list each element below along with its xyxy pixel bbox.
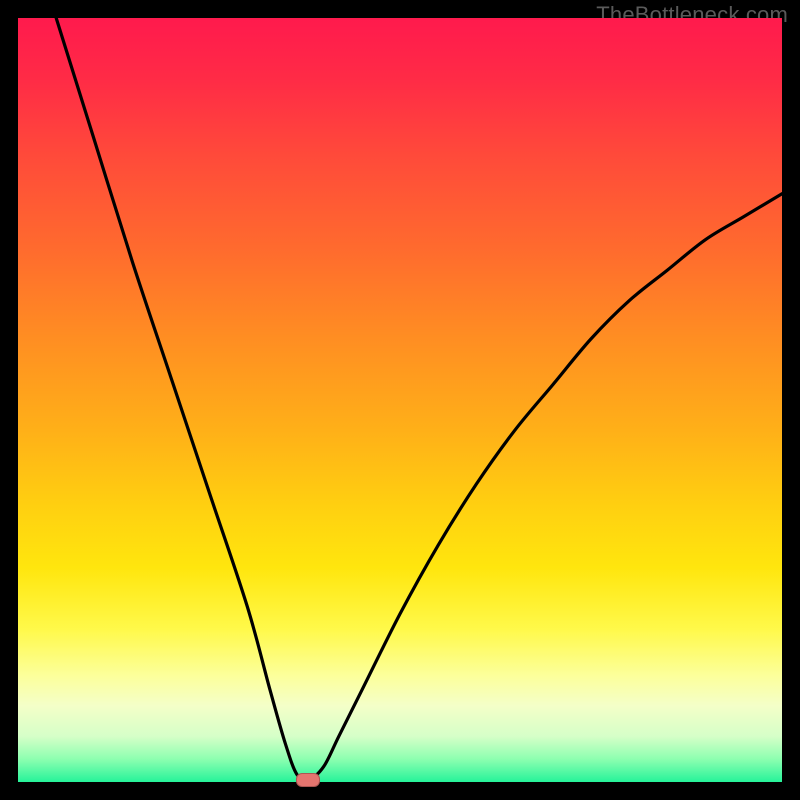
chart-frame xyxy=(18,18,782,782)
bottleneck-minimum-marker xyxy=(296,773,320,787)
bottleneck-curve xyxy=(18,18,782,782)
plot-area xyxy=(18,18,782,782)
